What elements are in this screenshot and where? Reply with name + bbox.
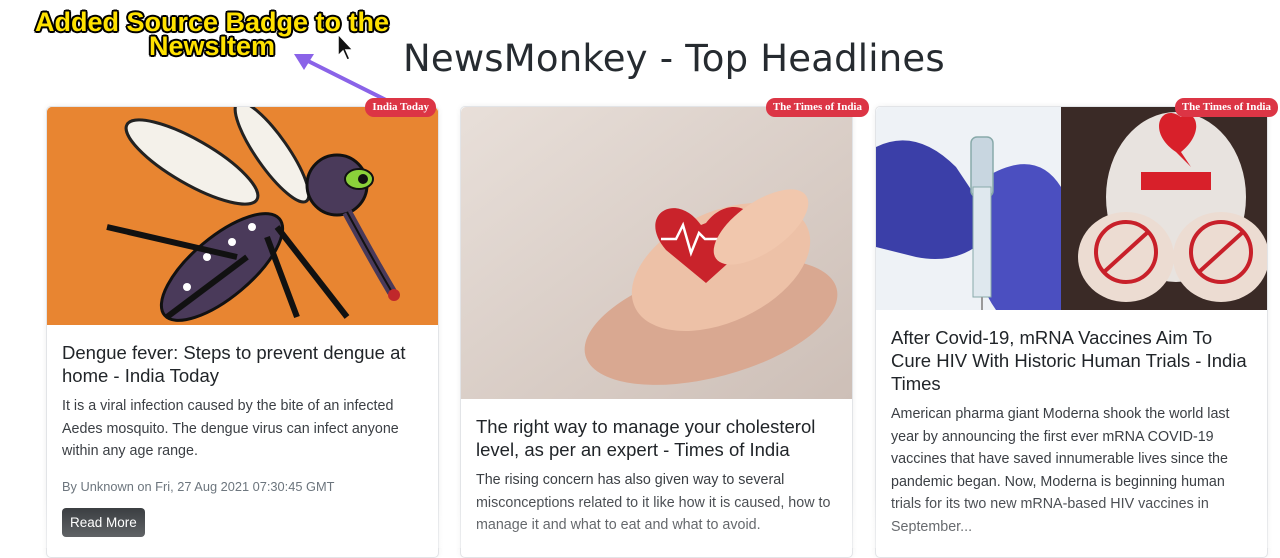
news-title: After Covid-19, mRNA Vaccines Aim To Cur… <box>891 327 1247 394</box>
news-item-card: The Times of India After Covid-19, mRNA … <box>875 98 1278 558</box>
source-badge: India Today <box>365 98 436 117</box>
news-item-card: India Today Dengue fever: Steps to preve… <box>46 98 439 558</box>
source-badge: The Times of India <box>1174 98 1278 117</box>
news-title: Dengue fever: Steps to prevent dengue at… <box>62 342 406 386</box>
news-image-mosquito <box>47 107 438 325</box>
news-meta: By Unknown on Fri, 27 Aug 2021 07:30:45 … <box>62 478 335 494</box>
news-description: It is a viral infection caused by the bi… <box>62 398 399 459</box>
news-title: The right way to manage your cholesterol… <box>476 416 816 460</box>
news-image-hands-heart <box>461 107 852 399</box>
page-title: NewsMonkey - Top Headlines <box>403 36 945 80</box>
card-body: The right way to manage your cholesterol… <box>461 399 852 537</box>
read-more-button[interactable]: Read More <box>62 507 145 537</box>
card-body: Dengue fever: Steps to prevent dengue at… <box>47 325 438 537</box>
card-body: After Covid-19, mRNA Vaccines Aim To Cur… <box>876 310 1267 538</box>
news-image-vaccine-hiv <box>876 107 1267 310</box>
news-description: American pharma giant Moderna shook the … <box>891 406 1230 535</box>
mouse-cursor-icon <box>337 32 355 61</box>
source-badge: The Times of India <box>765 98 869 117</box>
news-item-card: The Times of India The right way to mana… <box>460 98 869 558</box>
news-description: The rising concern has also given way to… <box>476 472 831 533</box>
